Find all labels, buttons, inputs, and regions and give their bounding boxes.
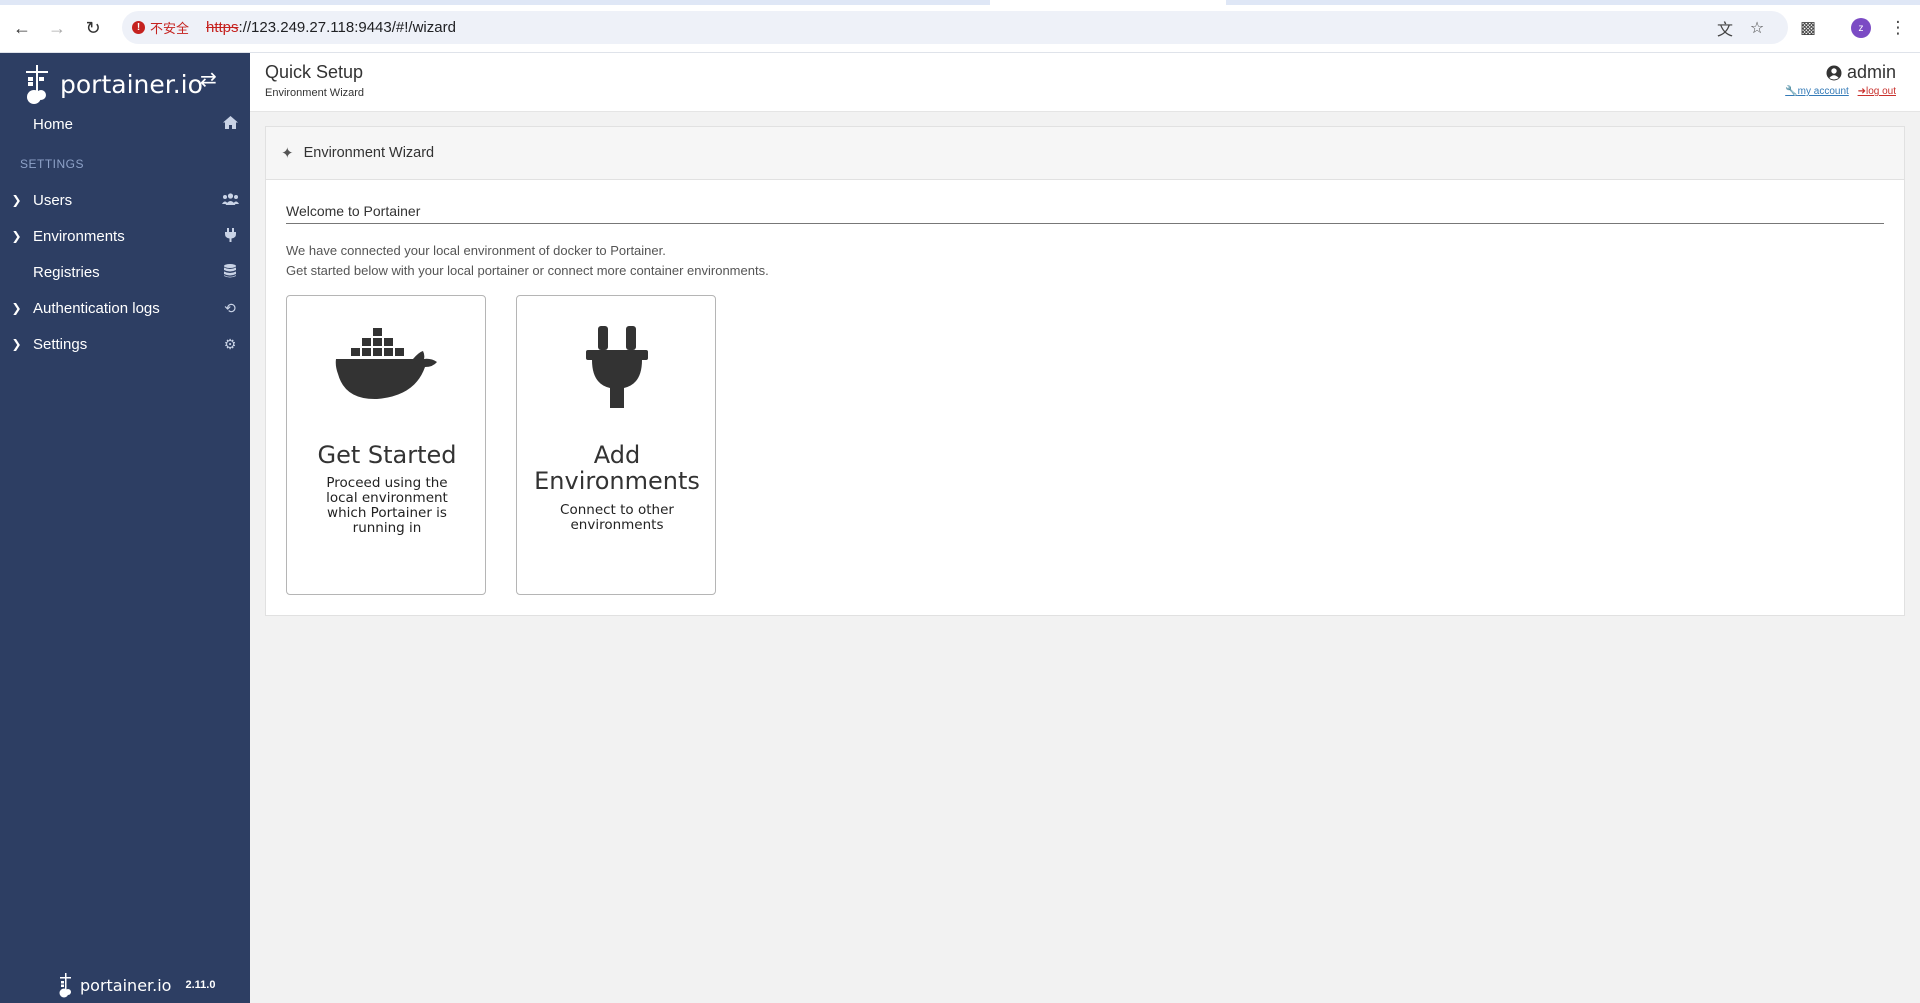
sidebar-item-environments[interactable]: ❯ Environments	[0, 218, 250, 254]
section-title: Welcome to Portainer	[286, 203, 1884, 224]
page-header: Quick Setup Environment Wizard admin 🔧my…	[250, 53, 1920, 112]
security-label: 不安全	[150, 21, 190, 36]
sidebar-item-registries[interactable]: Registries	[0, 254, 250, 290]
profile-avatar[interactable]: z	[1851, 18, 1871, 38]
sidebar-item-label: Home	[33, 115, 74, 133]
plug-icon	[210, 227, 250, 245]
chevron-right-icon: ❯	[11, 337, 22, 351]
sidebar-footer: portainer.io 2.11.0	[58, 971, 215, 999]
browser-toolbar: ← → ↻ ! 不安全 https://123.249.27.118:9443/…	[0, 0, 1920, 53]
sidebar-item-label: Users	[33, 191, 73, 209]
cogs-icon: ⚙	[223, 335, 237, 352]
page-subtitle: Environment Wizard	[265, 87, 365, 99]
environment-wizard-panel: ✦ Environment Wizard Welcome to Portaine…	[265, 126, 1905, 616]
magic-wand-icon: ✦	[281, 145, 294, 162]
url-text[interactable]: https://123.249.27.118:9443/#!/wizard	[206, 19, 456, 36]
user-menu: admin 🔧my account ➜log out	[1785, 62, 1896, 97]
user-links: 🔧my account ➜log out	[1785, 86, 1896, 97]
add-environments-option[interactable]: Add Environments Connect to other enviro…	[516, 295, 716, 595]
chevron-right-icon: ❯	[11, 301, 22, 315]
version-label: 2.11.0	[185, 979, 216, 991]
panel-title: Environment Wizard	[303, 145, 435, 161]
get-started-option[interactable]: Get Started Proceed using the local envi…	[286, 295, 486, 595]
reload-icon[interactable]: ↻	[81, 16, 105, 40]
option-description: Proceed using the local environment whic…	[326, 475, 448, 536]
docker-whale-icon	[287, 326, 487, 416]
extensions-icon[interactable]: ▩	[1796, 16, 1820, 40]
intro-text: We have connected your local environment…	[286, 243, 769, 278]
settings-section-label: SETTINGS	[20, 157, 85, 171]
address-bar[interactable]: ! 不安全 https://123.249.27.118:9443/#!/wiz…	[122, 11, 1788, 44]
database-icon	[210, 263, 250, 281]
panel-header: ✦ Environment Wizard	[266, 127, 1904, 180]
log-out-link[interactable]: ➜log out	[1858, 86, 1896, 97]
username: admin	[1785, 62, 1896, 83]
security-indicator[interactable]: ! 不安全	[132, 18, 189, 37]
wrench-icon: 🔧	[1785, 86, 1798, 97]
sidebar-item-home[interactable]: Home	[0, 106, 250, 142]
portainer-logo-icon	[59, 973, 71, 998]
sidebar: portainer.io ⇄ Home SETTINGS ❯ Users ❯ E…	[0, 53, 250, 1003]
plug-icon	[517, 326, 717, 416]
tab-strip	[0, 0, 1920, 5]
brand-text: portainer.io	[60, 69, 203, 99]
sign-out-icon: ➜	[1857, 86, 1866, 97]
sidebar-item-label: Authentication logs	[33, 299, 160, 317]
translate-icon[interactable]: 文	[1715, 18, 1735, 39]
brand-logo[interactable]: portainer.io	[22, 59, 203, 109]
back-icon[interactable]: ←	[10, 16, 34, 40]
portainer-logo-icon	[26, 65, 48, 104]
users-icon	[210, 192, 250, 208]
sidebar-item-label: Settings	[33, 335, 88, 353]
my-account-link[interactable]: 🔧my account	[1785, 86, 1849, 97]
option-title: Add Environments	[534, 441, 700, 495]
sidebar-item-settings[interactable]: ❯ Settings ⚙	[0, 326, 250, 362]
browser-menu-icon[interactable]: ⋮	[1886, 16, 1910, 40]
sidebar-item-label: Registries	[33, 263, 100, 281]
sidebar-item-users[interactable]: ❯ Users	[0, 182, 250, 218]
sidebar-item-label: Environments	[33, 227, 125, 245]
option-title: Get Started	[317, 441, 457, 469]
history-icon: ⟲	[224, 299, 236, 316]
user-circle-icon	[1826, 65, 1842, 80]
forward-icon[interactable]: →	[45, 16, 69, 40]
home-icon	[210, 116, 250, 132]
active-tab[interactable]	[990, 0, 1226, 5]
page-title: Quick Setup	[265, 62, 364, 82]
chevron-right-icon: ❯	[11, 229, 22, 243]
bookmark-star-icon[interactable]: ☆	[1747, 18, 1767, 38]
option-description: Connect to other environments	[560, 502, 674, 533]
warning-icon: !	[132, 21, 145, 34]
footer-brand-text: portainer.io	[80, 975, 172, 995]
sidebar-toggle-icon[interactable]: ⇄	[200, 67, 217, 92]
chevron-right-icon: ❯	[11, 193, 22, 207]
sidebar-item-authentication-logs[interactable]: ❯ Authentication logs ⟲	[0, 290, 250, 326]
